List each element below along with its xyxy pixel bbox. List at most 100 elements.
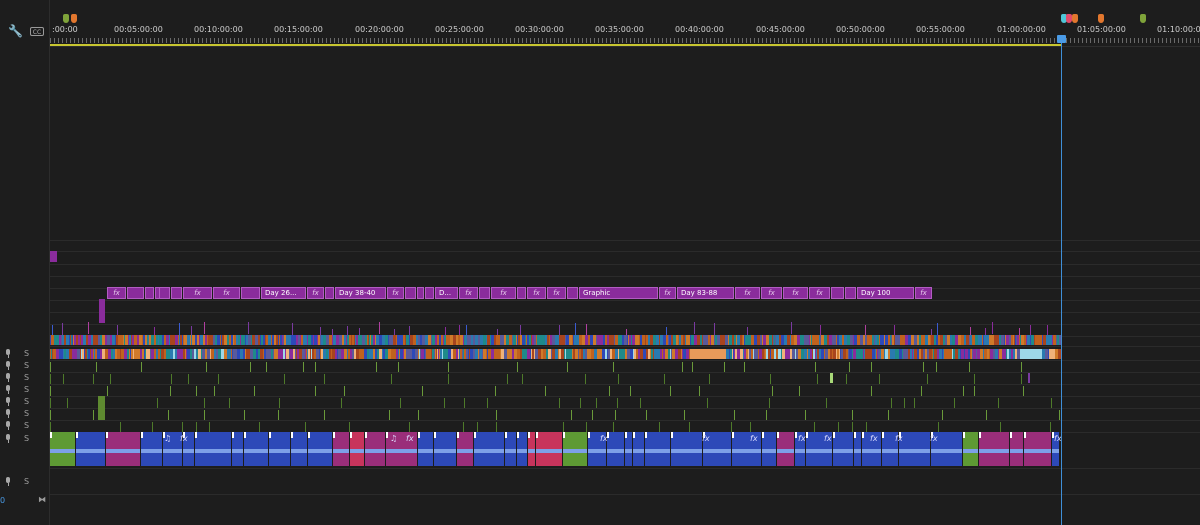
audio-clip[interactable] [1007, 349, 1009, 359]
audio-clip[interactable] [201, 349, 202, 359]
video-clip[interactable] [999, 335, 1000, 345]
video-clip[interactable] [443, 335, 444, 345]
audio-clip[interactable] [998, 349, 999, 359]
audio-clip[interactable] [1051, 398, 1052, 408]
audio-clip-edge[interactable] [50, 432, 52, 438]
video-clip[interactable] [700, 335, 702, 345]
audio-clip[interactable] [50, 349, 51, 359]
video-clip[interactable] [928, 335, 930, 345]
video-clip[interactable] [318, 335, 320, 345]
video-clip[interactable] [670, 335, 671, 345]
video-clip[interactable] [683, 335, 685, 345]
audio-clip[interactable] [356, 349, 359, 359]
video-clip[interactable] [50, 251, 57, 262]
audio-waveform[interactable] [291, 449, 307, 453]
audio-clip[interactable] [52, 349, 53, 359]
audio-clip[interactable] [1020, 349, 1042, 359]
audio-waveform[interactable] [645, 449, 670, 453]
audio-waveform[interactable] [308, 449, 332, 453]
video-clip[interactable] [280, 335, 281, 345]
audio-clip[interactable] [397, 349, 398, 359]
video-clip[interactable] [715, 335, 717, 345]
video-clip[interactable] [478, 335, 480, 345]
audio-clip[interactable] [938, 422, 939, 432]
video-clip[interactable] [465, 335, 467, 345]
audio-clip[interactable] [548, 349, 551, 359]
audio-clip[interactable] [625, 349, 627, 359]
video-clip[interactable] [332, 335, 333, 345]
audio-clip[interactable] [671, 349, 672, 359]
audio-clip[interactable] [382, 349, 383, 359]
video-clip[interactable] [575, 323, 576, 335]
audio-clip[interactable] [246, 349, 248, 359]
video-clip[interactable] [134, 335, 137, 345]
audio-clip[interactable] [914, 398, 915, 408]
audio-clip[interactable] [266, 349, 268, 359]
video-clip[interactable] [154, 335, 156, 345]
video-clip[interactable] [791, 335, 794, 345]
video-clip[interactable] [824, 335, 827, 345]
video-clip[interactable] [143, 335, 145, 345]
audio-clip[interactable] [310, 349, 311, 359]
video-clip[interactable] [725, 335, 728, 345]
audio-waveform[interactable] [232, 449, 243, 453]
audio-clip[interactable] [580, 398, 581, 408]
audio-clip[interactable] [925, 349, 927, 359]
audio-clip[interactable] [157, 398, 158, 408]
audio-clip-edge[interactable] [434, 432, 436, 438]
video-clip[interactable] [74, 335, 76, 345]
video-clip[interactable] [892, 335, 894, 345]
video-clip[interactable] [609, 335, 611, 345]
audio-waveform[interactable] [979, 449, 1009, 453]
video-clip[interactable] [829, 335, 832, 345]
video-clip[interactable] [393, 335, 396, 345]
video-clip[interactable] [679, 335, 681, 345]
video-clip[interactable] [760, 335, 762, 345]
audio-clip[interactable] [218, 374, 219, 384]
video-clip[interactable] [931, 335, 934, 345]
audio-clip[interactable] [107, 386, 108, 396]
audio-clip[interactable] [400, 349, 403, 359]
audio-clip[interactable] [202, 349, 205, 359]
audio-clip[interactable] [140, 349, 142, 359]
audio-clip[interactable] [344, 349, 347, 359]
audio-clip[interactable] [613, 362, 614, 372]
audio-clip[interactable] [622, 349, 625, 359]
video-clip[interactable] [222, 335, 224, 345]
audio-clip[interactable] [828, 349, 830, 359]
audio-waveform[interactable] [762, 449, 776, 453]
video-clip[interactable] [258, 335, 260, 345]
video-clip[interactable] [810, 335, 811, 345]
audio-clip[interactable] [452, 349, 453, 359]
video-clip[interactable] [86, 335, 88, 345]
audio-clip[interactable] [350, 349, 352, 359]
video-clip[interactable] [50, 335, 51, 345]
audio-waveform[interactable] [195, 449, 231, 453]
audio-clip[interactable] [972, 349, 973, 359]
audio-clip[interactable] [937, 349, 939, 359]
audio-clip[interactable] [359, 349, 362, 359]
video-clip[interactable] [1046, 335, 1049, 345]
audio-waveform[interactable] [505, 449, 516, 453]
audio-clip[interactable] [659, 422, 660, 432]
audio-clip[interactable] [689, 349, 690, 359]
audio-clip[interactable] [903, 349, 904, 359]
audio-clip[interactable] [50, 422, 51, 432]
audio-clip[interactable] [849, 349, 852, 359]
video-clip[interactable] [260, 335, 261, 345]
audio-clip[interactable] [479, 349, 480, 359]
video-clip[interactable] [757, 335, 760, 345]
audio-waveform[interactable] [625, 449, 632, 453]
video-clip[interactable] [766, 335, 769, 345]
video-clip[interactable] [159, 335, 162, 345]
video-clip[interactable] [486, 335, 487, 345]
video-clip[interactable] [694, 335, 697, 345]
video-clip[interactable] [897, 335, 900, 345]
video-clip[interactable] [137, 335, 139, 345]
video-clip[interactable] [681, 335, 683, 345]
audio-waveform[interactable] [163, 449, 182, 453]
video-clip[interactable] [314, 335, 317, 345]
audio-clip[interactable] [462, 349, 463, 359]
video-clip[interactable] [911, 335, 914, 345]
audio-clip[interactable] [204, 398, 205, 408]
